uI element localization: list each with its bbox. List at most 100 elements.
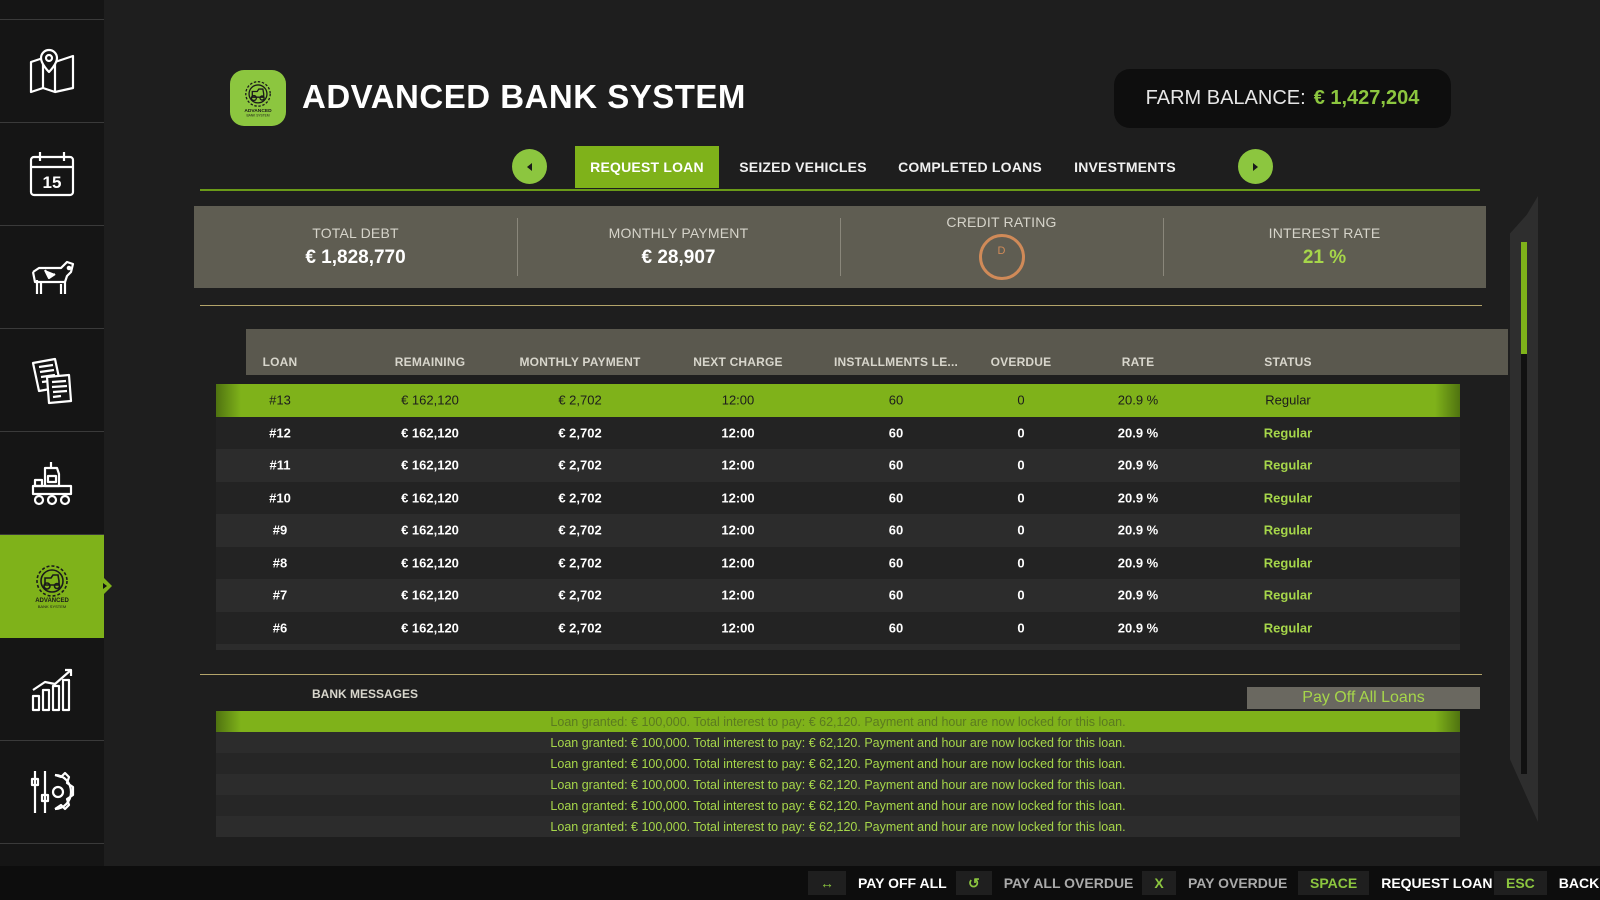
hint-pay-overdue[interactable]: X PAY OVERDUE [1142, 871, 1287, 895]
stat-label: TOTAL DEBT [312, 225, 399, 241]
table-cell: 20.9 % [1117, 522, 1159, 538]
table-row[interactable]: #7 € 162,120 € 2,702 12:00 60 0 20.9 % Regular [216, 579, 1460, 612]
farm-balance: FARM BALANCE: € 1,427,204 [1114, 69, 1451, 128]
sidebar: 15 ADVANCED BANK SYSTEM [0, 0, 112, 866]
table-row[interactable]: #11 € 162,120 € 2,702 12:00 60 0 20.9 % Regular [216, 449, 1460, 482]
table-cell: 12:00 [721, 587, 755, 603]
svg-text:BANK SYSTEM: BANK SYSTEM [246, 114, 269, 118]
bank-message[interactable]: Loan granted: € 100,000. Total interest … [216, 774, 1460, 795]
bank-icon: ADVANCED BANK SYSTEM [35, 565, 69, 609]
hint-pay-off-all[interactable]: ↔ PAY OFF ALL [808, 871, 947, 895]
calendar-icon: 15 [29, 152, 75, 197]
column-header-loan[interactable]: LOAN [263, 355, 298, 369]
map-icon [29, 48, 75, 94]
column-header-status[interactable]: STATUS [1264, 355, 1311, 369]
tab-next-button[interactable] [1238, 149, 1273, 184]
pay-off-all-loans-button[interactable]: Pay Off All Loans [1247, 687, 1480, 709]
sidebar-item-settings[interactable] [0, 741, 104, 844]
table-cell: #10 [269, 490, 291, 506]
sidebar-item-map[interactable] [0, 20, 104, 123]
table-row[interactable]: #12 € 162,120 € 2,702 12:00 60 0 20.9 % Regular [216, 416, 1460, 449]
hint-back[interactable]: ESC BACK [1494, 871, 1599, 895]
hint-label: PAY OFF ALL [858, 875, 947, 891]
table-cell: € 162,120 [401, 457, 459, 473]
stat-credit-rating: CREDIT RATING D [840, 206, 1163, 288]
sidebar-item-statistics[interactable] [0, 638, 104, 741]
stat-label: INTEREST RATE [1268, 225, 1381, 241]
table-cell: 12:00 [721, 620, 755, 636]
tab-underline [200, 189, 1480, 191]
table-row[interactable]: #6 € 162,120 € 2,702 12:00 60 0 20.9 % Regular [216, 611, 1460, 644]
table-cell: 60 [888, 522, 904, 538]
sidebar-item-contracts[interactable] [0, 329, 104, 432]
table-cell: 60 [888, 392, 904, 408]
table-row[interactable]: #10 € 162,120 € 2,702 12:00 60 0 20.9 % Regular [216, 481, 1460, 514]
hint-key: SPACE [1298, 871, 1370, 895]
table-cell: 0 [1017, 392, 1025, 408]
sidebar-item-animals[interactable] [0, 226, 104, 329]
table-cell: 20.9 % [1117, 587, 1159, 603]
table-cell: 20.9 % [1117, 392, 1159, 408]
stat-total-debt: TOTAL DEBT € 1,828,770 [194, 206, 517, 288]
tab-request-loan[interactable]: REQUEST LOAN [575, 146, 719, 188]
credit-rating-badge: D [978, 234, 1025, 280]
column-header-installments[interactable]: INSTALLMENTS LE... [834, 355, 958, 369]
loan-table-header: LOAN REMAINING MONTHLY PAYMENT NEXT CHAR… [246, 329, 1508, 375]
stat-interest-rate: INTEREST RATE 21 % [1163, 206, 1486, 288]
table-row[interactable]: #9 € 162,120 € 2,702 12:00 60 0 20.9 % Regular [216, 514, 1460, 547]
tab-prev-button[interactable] [512, 149, 547, 184]
table-cell: € 2,702 [558, 490, 602, 506]
scrollbar-thumb[interactable] [1521, 242, 1527, 354]
stat-value: € 28,907 [641, 247, 716, 268]
sidebar-item-calendar[interactable]: 15 [0, 123, 104, 226]
hint-request-loan[interactable]: SPACE REQUEST LOAN [1298, 871, 1492, 895]
table-cell: € 2,702 [558, 587, 602, 603]
hint-pay-all-overdue[interactable]: ↺ PAY ALL OVERDUE [956, 871, 1133, 895]
sidebar-item-bank[interactable]: ADVANCED BANK SYSTEM [0, 535, 112, 638]
column-header-rate[interactable]: RATE [1122, 355, 1155, 369]
bank-message[interactable]: Loan granted: € 100,000. Total interest … [216, 753, 1460, 774]
balance-value: € 1,427,204 [1313, 87, 1420, 109]
bank-message[interactable]: Loan granted: € 100,000. Total interest … [216, 816, 1460, 837]
hint-key: ESC [1494, 871, 1547, 895]
stat-label: MONTHLY PAYMENT [608, 225, 749, 241]
table-cell: 60 [888, 555, 904, 571]
table-cell: 0 [1017, 522, 1025, 538]
table-cell: #11 [269, 457, 291, 473]
table-cell: #8 [272, 555, 288, 571]
table-cell: € 162,120 [401, 490, 459, 506]
table-cell: € 162,120 [401, 555, 459, 571]
hint-label: BACK [1558, 875, 1600, 891]
bank-message[interactable]: Loan granted: € 100,000. Total interest … [216, 732, 1460, 753]
sidebar-item-production[interactable] [0, 432, 104, 535]
table-cell: € 2,702 [558, 425, 602, 441]
loan-summary: TOTAL DEBT € 1,828,770 MONTHLY PAYMENT €… [194, 206, 1486, 288]
app-logo: ADVANCED BANK SYSTEM [230, 70, 286, 126]
bank-logo-icon: ADVANCED BANK SYSTEM [244, 81, 272, 118]
table-cell: Regular [1263, 457, 1313, 473]
table-cell: 0 [1017, 587, 1025, 603]
bank-message[interactable]: Loan granted: € 100,000. Total interest … [216, 795, 1460, 816]
table-cell: 12:00 [721, 392, 755, 408]
bank-message[interactable]: Loan granted: € 100,000. Total interest … [216, 711, 1460, 732]
tab-investments[interactable]: INVESTMENTS [1065, 146, 1185, 188]
tab-seized-vehicles[interactable]: SEIZED VEHICLES [730, 146, 876, 188]
table-cell: 0 [1017, 457, 1025, 473]
table-row[interactable]: #13 € 162,120 € 2,702 12:00 60 0 20.9 % Regular [216, 384, 1460, 417]
table-cell: Regular [1265, 392, 1311, 408]
table-cell: € 2,702 [558, 555, 602, 571]
column-header-overdue[interactable]: OVERDUE [991, 355, 1052, 369]
column-header-remaining[interactable]: REMAINING [395, 355, 465, 369]
tab-bar: REQUEST LOAN SEIZED VEHICLES COMPLETED L… [200, 146, 1480, 190]
tab-completed-loans[interactable]: COMPLETED LOANS [890, 146, 1050, 188]
settings-icon [30, 771, 75, 813]
table-cell: 0 [1017, 620, 1025, 636]
statistics-icon [31, 668, 73, 712]
column-header-monthly-payment[interactable]: MONTHLY PAYMENT [519, 355, 640, 369]
table-row[interactable]: #8 € 162,120 € 2,702 12:00 60 0 20.9 % Regular [216, 546, 1460, 579]
column-header-next-charge[interactable]: NEXT CHARGE [693, 355, 783, 369]
table-cell: € 2,702 [558, 522, 602, 538]
table-cell: 12:00 [721, 457, 755, 473]
table-cell: € 162,120 [401, 392, 459, 408]
table-cell: € 162,120 [401, 587, 459, 603]
